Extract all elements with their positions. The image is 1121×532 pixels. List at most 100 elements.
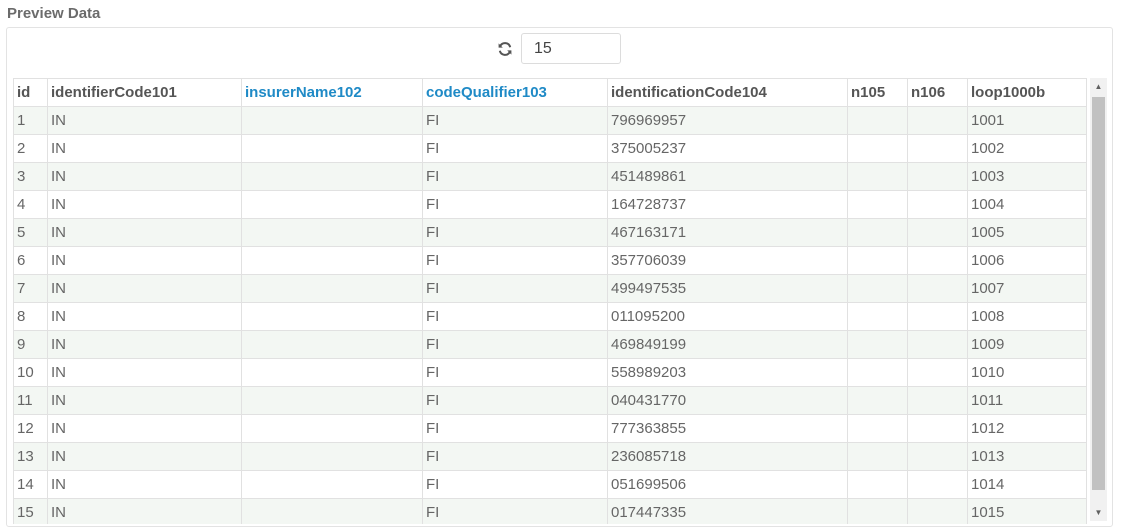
table-cell — [907, 302, 968, 331]
column-header-identifiercode101[interactable]: identifierCode101 — [47, 78, 242, 107]
table-cell — [241, 498, 423, 524]
table-cell: 1007 — [967, 274, 1087, 303]
table-cell: 15 — [13, 498, 48, 524]
table-cell: 1 — [13, 106, 48, 135]
table-cell: FI — [422, 162, 608, 191]
table-cell — [847, 470, 908, 499]
table-cell: 11 — [13, 386, 48, 415]
table-cell — [847, 218, 908, 247]
table-row[interactable]: 8 IN FI 011095200 1008 — [13, 302, 1087, 331]
table-cell: 1012 — [967, 414, 1087, 443]
column-header-identificationcode104[interactable]: identificationCode104 — [607, 78, 848, 107]
table-cell: IN — [47, 442, 242, 471]
column-header-loop1000b[interactable]: loop1000b — [967, 78, 1087, 107]
table-cell: 1002 — [967, 134, 1087, 163]
table-cell: 777363855 — [607, 414, 848, 443]
table-cell — [847, 190, 908, 219]
table-cell: 9 — [13, 330, 48, 359]
table-cell — [907, 218, 968, 247]
table-cell: 499497535 — [607, 274, 848, 303]
table-cell: FI — [422, 218, 608, 247]
table-cell: 8 — [13, 302, 48, 331]
table-row[interactable]: 6 IN FI 357706039 1006 — [13, 246, 1087, 275]
table-cell — [847, 498, 908, 524]
table-cell: 1013 — [967, 442, 1087, 471]
table-cell: 1005 — [967, 218, 1087, 247]
table-cell: IN — [47, 358, 242, 387]
table-cell: IN — [47, 414, 242, 443]
table-cell: FI — [422, 106, 608, 135]
table-cell — [907, 246, 968, 275]
table-cell: 011095200 — [607, 302, 848, 331]
column-header-codequalifier103[interactable]: codeQualifier103 — [422, 78, 608, 107]
table-cell: 1014 — [967, 470, 1087, 499]
table-row[interactable]: 5 IN FI 467163171 1005 — [13, 218, 1087, 247]
table-cell: 12 — [13, 414, 48, 443]
table-cell — [241, 162, 423, 191]
preview-table: id identifierCode101 insurerName102 codeQua… — [13, 78, 1087, 524]
scroll-up-arrow-icon[interactable]: ▲ — [1090, 78, 1107, 95]
table-cell: IN — [47, 330, 242, 359]
table-row[interactable]: 13 IN FI 236085718 1013 — [13, 442, 1087, 471]
table-cell: IN — [47, 302, 242, 331]
table-cell — [241, 190, 423, 219]
table-cell — [907, 414, 968, 443]
table-cell — [847, 274, 908, 303]
preview-toolbar — [7, 33, 1112, 65]
table-cell: IN — [47, 134, 242, 163]
vertical-scrollbar[interactable]: ▲ ▼ — [1090, 78, 1107, 521]
table-row[interactable]: 11 IN FI 040431770 1011 — [13, 386, 1087, 415]
table-cell: FI — [422, 498, 608, 524]
table-cell: IN — [47, 274, 242, 303]
table-cell: 2 — [13, 134, 48, 163]
preview-panel: ididentifierCode101insurerName102codeQua… — [6, 27, 1113, 527]
table-row[interactable]: 3 IN FI 451489861 1003 — [13, 162, 1087, 191]
table-cell: 1015 — [967, 498, 1087, 524]
preview-grid: id identifierCode101 insurerName102 codeQua… — [13, 78, 1107, 524]
table-row[interactable]: 15 IN FI 017447335 1015 — [13, 498, 1087, 524]
table-cell: 040431770 — [607, 386, 848, 415]
table-cell: 1011 — [967, 386, 1087, 415]
table-cell: 1003 — [967, 162, 1087, 191]
table-row[interactable]: 1 IN FI 796969957 1001 — [13, 106, 1087, 135]
column-header-n106[interactable]: n106 — [907, 78, 968, 107]
table-cell: 451489861 — [607, 162, 848, 191]
table-cell — [847, 386, 908, 415]
column-header-id[interactable]: id — [13, 78, 48, 107]
table-cell: 236085718 — [607, 442, 848, 471]
table-row[interactable]: 12 IN FI 777363855 1012 — [13, 414, 1087, 443]
table-cell: 1006 — [967, 246, 1087, 275]
table-cell — [907, 358, 968, 387]
table-cell: 1004 — [967, 190, 1087, 219]
scrollbar-thumb[interactable] — [1092, 97, 1105, 490]
table-cell — [241, 442, 423, 471]
table-cell: IN — [47, 162, 242, 191]
table-row[interactable]: 14 IN FI 051699506 1014 — [13, 470, 1087, 499]
table-row[interactable]: 2 IN FI 375005237 1002 — [13, 134, 1087, 163]
table-row[interactable]: 9 IN FI 469849199 1009 — [13, 330, 1087, 359]
column-header-insurername102[interactable]: insurerName102 — [241, 78, 423, 107]
refresh-icon[interactable] — [497, 41, 513, 57]
table-cell: 558989203 — [607, 358, 848, 387]
table-cell — [847, 134, 908, 163]
table-cell — [847, 302, 908, 331]
table-row[interactable]: 10 IN FI 558989203 1010 — [13, 358, 1087, 387]
table-cell: 469849199 — [607, 330, 848, 359]
table-cell — [847, 414, 908, 443]
table-cell — [907, 330, 968, 359]
table-header-row: id identifierCode101 insurerName102 codeQua… — [13, 78, 1087, 107]
table-cell: 051699506 — [607, 470, 848, 499]
table-cell: IN — [47, 246, 242, 275]
table-cell: FI — [422, 134, 608, 163]
table-row[interactable]: 7 IN FI 499497535 1007 — [13, 274, 1087, 303]
row-count-input[interactable] — [521, 33, 621, 64]
table-cell: FI — [422, 386, 608, 415]
table-row[interactable]: 4 IN FI 164728737 1004 — [13, 190, 1087, 219]
table-cell — [241, 134, 423, 163]
table-cell: 14 — [13, 470, 48, 499]
table-cell — [907, 386, 968, 415]
table-cell: FI — [422, 246, 608, 275]
scroll-down-arrow-icon[interactable]: ▼ — [1090, 504, 1107, 521]
column-header-n105[interactable]: n105 — [847, 78, 908, 107]
table-cell: 1001 — [967, 106, 1087, 135]
